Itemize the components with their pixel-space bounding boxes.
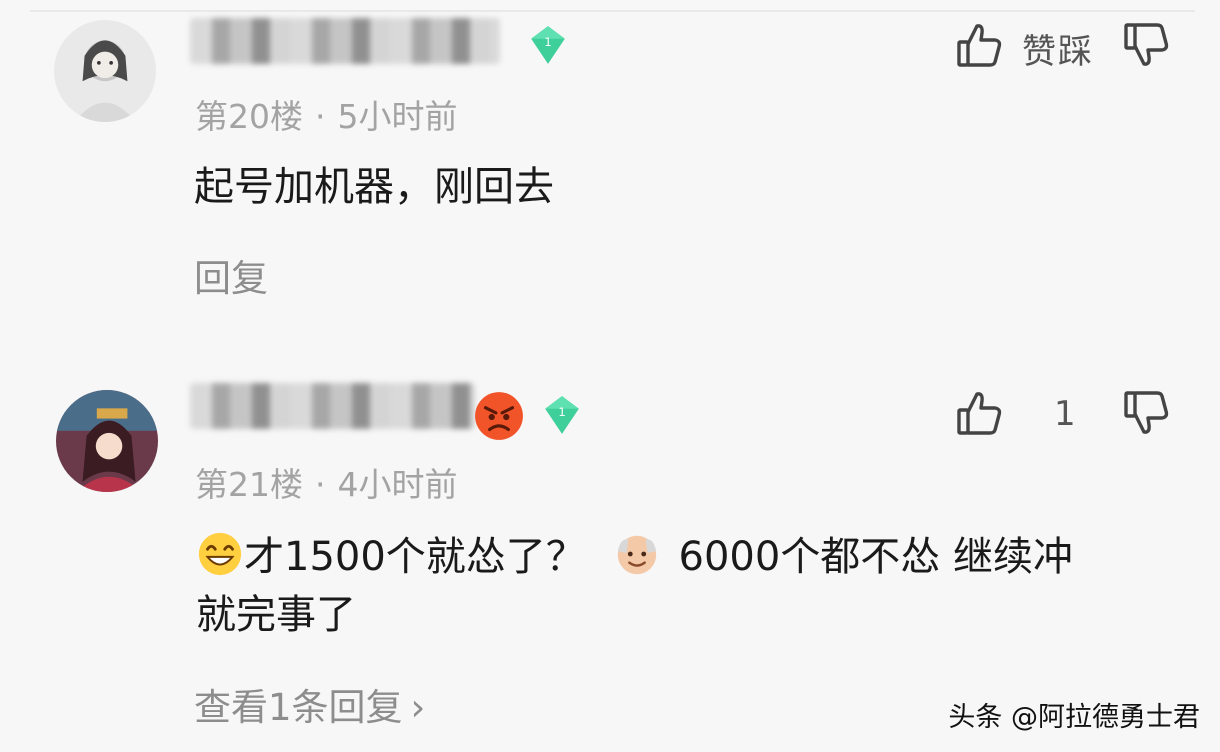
comment-item: 1 1 第21楼 · 4小时前 才1500个就怂了？ 6000个都不怂 继续冲 … xyxy=(0,0,1220,752)
floor-number: 第21楼 xyxy=(195,465,303,504)
thumb-down-icon[interactable] xyxy=(1122,388,1172,438)
watermark: 头条 @阿拉德勇士君 xyxy=(948,702,1200,733)
avatar[interactable] xyxy=(56,390,158,492)
grinning-emoji xyxy=(196,530,244,578)
old-man-emoji xyxy=(613,530,661,578)
chevron-right-icon: › xyxy=(410,686,426,729)
angry-face-emoji xyxy=(473,390,525,442)
view-replies-button[interactable]: 查看1条回复 › xyxy=(194,677,425,731)
separator-dot: · xyxy=(315,465,326,504)
timestamp: 4小时前 xyxy=(337,465,458,504)
comment-text-part: 6000个都不怂 继续冲 xyxy=(678,534,1074,580)
like-count: 1 xyxy=(1054,394,1076,434)
username-blurred[interactable] xyxy=(190,383,475,429)
comment-text: 才1500个就怂了？ 6000个都不怂 继续冲 就完事了 xyxy=(196,528,1176,644)
comment-text-part: 就完事了 xyxy=(196,592,356,638)
comment-text-part: 才1500个就怂了？ xyxy=(244,534,586,580)
view-replies-label: 查看1条回复 xyxy=(194,686,403,729)
badge-level-text: 1 xyxy=(558,405,565,419)
thumb-up-icon[interactable] xyxy=(955,388,1005,438)
diamond-level-badge: 1 xyxy=(541,394,583,436)
comment-meta: 第21楼 · 4小时前 xyxy=(195,458,458,506)
